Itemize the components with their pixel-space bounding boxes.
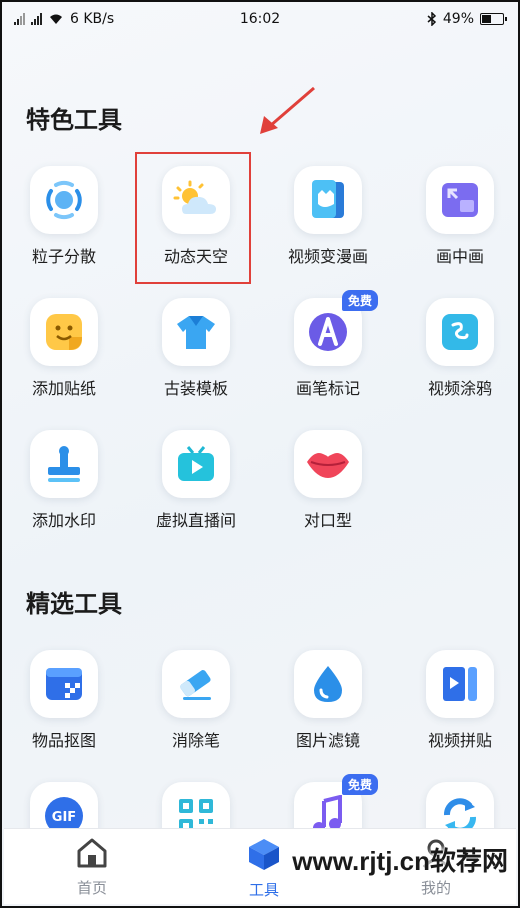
tool-label: 对口型 <box>303 511 352 530</box>
tool-tile[interactable] <box>30 298 98 366</box>
tool-tile[interactable]: 免费 <box>294 290 378 366</box>
particle-icon <box>43 179 85 221</box>
tool-tile[interactable] <box>294 650 362 718</box>
tool-tile[interactable] <box>162 166 230 234</box>
status-bar: 6 KB/s 16:02 49% <box>4 4 516 34</box>
tool-comic[interactable]: 视频变漫画 <box>268 166 388 267</box>
tool-cutout[interactable]: 物品抠图 <box>4 650 124 751</box>
collage-icon <box>439 663 481 705</box>
watermark-icon <box>43 443 85 485</box>
tool-label: 视频变漫画 <box>287 247 368 266</box>
home-icon <box>77 838 107 868</box>
app-screen: 6 KB/s 16:02 49% 特色工具 粒子分散 动态天空 视频变漫画 画中画添加… <box>0 0 520 908</box>
tool-label: 添加贴纸 <box>31 379 96 398</box>
tool-label: 消除笔 <box>171 731 220 750</box>
tool-sky[interactable]: 动态天空 <box>136 166 256 267</box>
tool-tile[interactable] <box>162 650 230 718</box>
tool-doodle[interactable]: 视频涂鸦 <box>400 298 518 399</box>
tool-pip[interactable]: 画中画 <box>400 166 518 267</box>
tab-profile-label: 我的 <box>420 879 451 897</box>
costume-icon <box>175 312 217 352</box>
tool-particle[interactable]: 粒子分散 <box>4 166 124 267</box>
tool-label: 物品抠图 <box>31 731 96 750</box>
tool-tile[interactable] <box>294 430 362 498</box>
tool-tile[interactable] <box>30 430 98 498</box>
selected-section-title: 精选工具 <box>26 590 122 618</box>
battery-icon <box>480 13 507 25</box>
tool-label: 动态天空 <box>163 247 228 266</box>
live-icon <box>175 443 217 485</box>
tool-lips[interactable]: 对口型 <box>268 430 388 531</box>
tab-home[interactable]: 首页 <box>42 837 142 898</box>
tool-tile[interactable] <box>426 166 494 234</box>
watermark-text: www.rjtj.cn软荐网 <box>292 846 508 876</box>
sky-icon <box>172 180 220 220</box>
tool-tile[interactable] <box>162 430 230 498</box>
pip-icon <box>440 180 480 220</box>
tool-tile[interactable] <box>162 298 230 366</box>
tool-label: 画中画 <box>435 247 484 266</box>
tab-tools-label: 工具 <box>248 881 279 899</box>
sticker-icon <box>43 311 85 353</box>
tool-label: 视频拼贴 <box>427 731 492 750</box>
free-badge: 免费 <box>341 290 378 311</box>
tool-label: 粒子分散 <box>31 247 96 266</box>
tool-tile[interactable] <box>294 166 362 234</box>
tool-costume[interactable]: 古装模板 <box>136 298 256 399</box>
tool-filter[interactable]: 图片滤镜 <box>268 650 388 751</box>
featured-section-title: 特色工具 <box>26 106 122 134</box>
tool-brush[interactable]: 免费画笔标记 <box>268 290 388 399</box>
tool-tile[interactable] <box>30 166 98 234</box>
filter-icon <box>310 663 346 705</box>
tool-watermark[interactable]: 添加水印 <box>4 430 124 531</box>
tools-cube-icon <box>249 839 279 870</box>
comic-icon <box>308 178 348 222</box>
eraser-icon <box>175 663 217 705</box>
battery-percent: 49% <box>442 11 474 27</box>
tool-eraser[interactable]: 消除笔 <box>136 650 256 751</box>
tool-tile[interactable] <box>426 650 494 718</box>
tool-tile[interactable] <box>426 298 494 366</box>
tab-home-label: 首页 <box>76 879 107 897</box>
tool-label: 虚拟直播间 <box>155 511 236 530</box>
tool-tile[interactable] <box>30 650 98 718</box>
bluetooth-icon <box>427 12 436 26</box>
tool-label: 画笔标记 <box>295 379 360 398</box>
tool-label: 古装模板 <box>163 379 228 398</box>
brush-icon <box>307 311 349 353</box>
tool-label: 添加水印 <box>31 511 96 530</box>
cutout-icon <box>43 663 85 705</box>
tool-sticker[interactable]: 添加贴纸 <box>4 298 124 399</box>
free-badge: 免费 <box>341 774 378 795</box>
doodle-icon <box>439 311 481 353</box>
pointer-arrow-icon <box>260 86 315 134</box>
svg-text:GIF: GIF <box>52 810 76 825</box>
clock: 16:02 <box>239 11 281 27</box>
tool-label: 视频涂鸦 <box>427 379 492 398</box>
tool-collage[interactable]: 视频拼贴 <box>400 650 518 751</box>
tool-label: 图片滤镜 <box>295 731 360 750</box>
tool-live[interactable]: 虚拟直播间 <box>136 430 256 531</box>
lips-icon <box>305 448 351 480</box>
